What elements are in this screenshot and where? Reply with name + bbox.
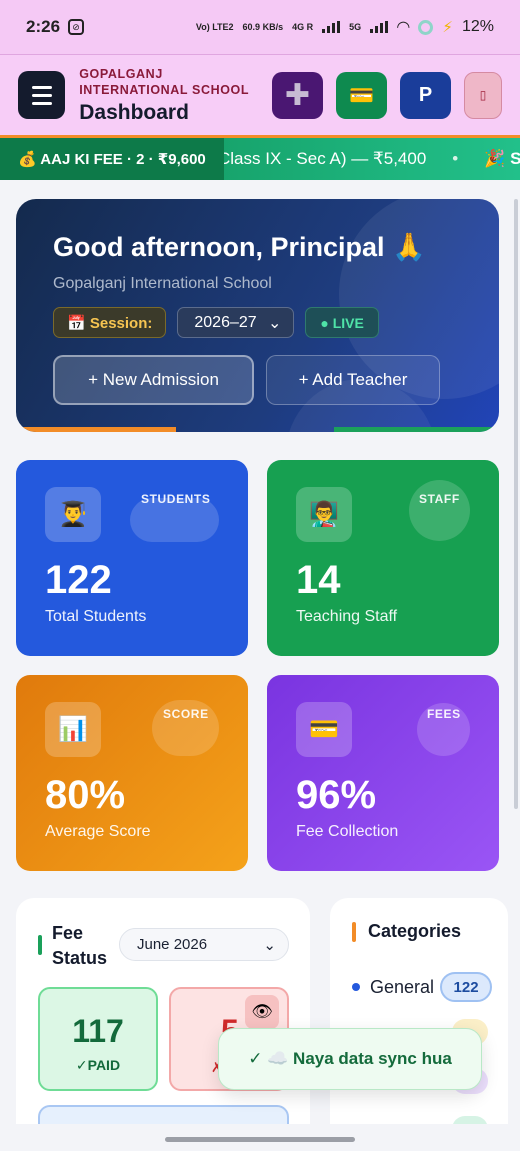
- volte-indicator: Vo) LTE2: [195, 21, 234, 32]
- menu-icon-line: [31, 93, 52, 97]
- student-icon: 👨‍🎓: [45, 487, 101, 542]
- stat-tag: STAFF: [419, 492, 460, 506]
- stat-label: Teaching Staff: [296, 608, 398, 625]
- month-value: June 2026: [137, 936, 208, 953]
- new-admission-button[interactable]: + New Admission: [53, 355, 254, 405]
- section-accent: [352, 922, 356, 942]
- session-value: 2026–27: [194, 313, 257, 331]
- app-header: GOPALGANJ INTERNATIONAL SCHOOL Dashboard…: [0, 54, 520, 135]
- page-title: Dashboard: [79, 100, 189, 124]
- fees-button[interactable]: 💳: [336, 71, 387, 119]
- school-subtitle: Gopalganj International School: [53, 275, 272, 292]
- chart-icon: 📊: [45, 702, 101, 757]
- accent-bar-green: [334, 427, 499, 432]
- stat-tag: STUDENTS: [141, 492, 211, 506]
- sync-ring-icon: [418, 19, 434, 35]
- menu-button[interactable]: [18, 71, 66, 119]
- teacher-icon: 👨‍🏫: [296, 487, 352, 542]
- stat-value: 96%: [296, 773, 377, 817]
- header-actions: ✚ 💳 P ▯: [272, 71, 502, 119]
- hero-actions: + New Admission + Add Teacher: [53, 355, 440, 405]
- status-bar: 2:26 ⊘ Vo) LTE2 60.9 KB/s 4G R 5G ◠ ⚡ 12…: [0, 0, 520, 54]
- status-time: 2:26: [26, 17, 61, 36]
- session-label: 📅 Session:: [53, 307, 167, 338]
- wifi-icon: ◠: [397, 19, 410, 36]
- session-row: 📅 Session: 2026–27 ⌄ ● LIVE: [53, 307, 379, 338]
- ticker-item: Class IX - Sec A) — ₹5,400: [218, 149, 427, 168]
- greeting: Good afternoon, Principal 🙏: [53, 232, 426, 262]
- signal-icon: [322, 21, 341, 33]
- profile-button[interactable]: P: [400, 71, 451, 119]
- category-count: 122: [440, 972, 493, 1002]
- stat-label: Fee Collection: [296, 823, 399, 840]
- sync-toast: ✓ ☁️ Naya data sync hua: [218, 1028, 482, 1090]
- category-item[interactable]: General 122: [352, 972, 493, 1002]
- stat-card-staff[interactable]: 👨‍🏫 STAFF 14 Teaching Staff: [267, 460, 499, 656]
- gesture-nav-bar: [0, 1124, 520, 1151]
- network-4g-label: 4G R: [292, 21, 314, 32]
- ticker-scroll: Class IX - Sec A) — ₹5,400 • 🎉 Shal: [218, 138, 520, 180]
- fee-status-title: Fee Status: [52, 923, 108, 968]
- stat-label: Average Score: [45, 823, 151, 840]
- ticker-separator: •: [452, 149, 459, 168]
- extra-button[interactable]: ▯: [464, 71, 502, 119]
- paid-label: ✓PAID: [75, 1057, 121, 1073]
- category-name: General: [370, 976, 435, 997]
- categories-title: Categories: [368, 921, 462, 941]
- stat-tag: SCORE: [163, 707, 209, 721]
- stat-label: Total Students: [45, 608, 147, 625]
- card-icon: 💳: [296, 702, 352, 757]
- ticker-item: 🎉 Shal: [484, 149, 520, 168]
- charging-icon: ⚡: [442, 19, 453, 36]
- add-teacher-button[interactable]: + Add Teacher: [266, 355, 440, 405]
- stat-card-score[interactable]: 📊 SCORE 80% Average Score: [16, 675, 248, 871]
- month-select[interactable]: June 2026 ⌄: [119, 928, 289, 961]
- menu-icon-line: [31, 101, 52, 105]
- network-speed: 60.9 KB/s: [242, 21, 284, 32]
- fee-ticker: 💰 AAJ KI FEE · 2 · ₹9,600 Class IX - Sec…: [0, 135, 520, 180]
- ticker-badge: 💰 AAJ KI FEE · 2 · ₹9,600: [0, 138, 224, 180]
- stat-tag: FEES: [427, 707, 461, 721]
- decor-blob: [409, 480, 470, 541]
- accent-bar-orange: [16, 427, 176, 432]
- network-5g-label: 5G: [349, 21, 362, 32]
- page-scrollbar[interactable]: [514, 199, 518, 809]
- paid-tile[interactable]: 117 ✓PAID: [38, 987, 158, 1091]
- fee-status-card: Fee Status June 2026 ⌄ 117 ✓PAID 5 ✗ 👁: [16, 898, 310, 1151]
- battery-percent: 12%: [461, 18, 494, 35]
- section-accent: [38, 935, 42, 955]
- school-name: GOPALGANJ INTERNATIONAL SCHOOL: [79, 66, 250, 97]
- signal-icon-2: [370, 21, 389, 33]
- menu-icon-line: [31, 85, 52, 89]
- stat-value: 14: [296, 558, 341, 602]
- bullet-icon: [352, 983, 360, 991]
- home-handle[interactable]: [165, 1137, 355, 1142]
- paid-count: 117: [72, 1013, 124, 1049]
- app-notification-icon: ⊘: [68, 19, 85, 35]
- stat-value: 80%: [45, 773, 126, 817]
- chevron-down-icon: ⌄: [267, 314, 282, 332]
- stat-value: 122: [45, 558, 112, 602]
- stat-card-fees[interactable]: 💳 FEES 96% Fee Collection: [267, 675, 499, 871]
- categories-card: Categories General 122: [330, 898, 508, 1151]
- chevron-down-icon: ⌄: [263, 936, 276, 954]
- brand: GOPALGANJ INTERNATIONAL SCHOOL Dashboard: [79, 66, 272, 125]
- add-button[interactable]: ✚: [272, 71, 323, 119]
- eye-icon[interactable]: 👁: [245, 995, 279, 1029]
- session-select[interactable]: 2026–27 ⌄: [177, 307, 295, 338]
- live-badge: ● LIVE: [305, 307, 379, 338]
- stat-card-students[interactable]: 👨‍🎓 STUDENTS 122 Total Students: [16, 460, 248, 656]
- welcome-card: Good afternoon, Principal 🙏 Gopalganj In…: [16, 199, 499, 432]
